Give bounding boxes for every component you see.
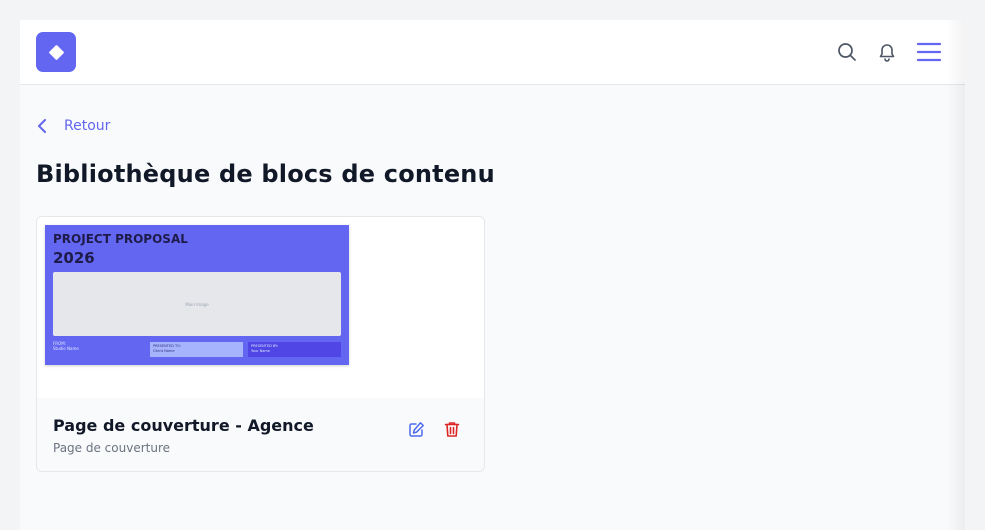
menu-icon: [916, 42, 942, 62]
block-type: Page de couverture: [53, 441, 171, 455]
preview-year: 2026: [53, 249, 95, 267]
notifications-button[interactable]: [875, 40, 899, 64]
back-link[interactable]: Retour: [36, 116, 110, 136]
block-preview: PROJECT PROPOSAL 2026 Main Image FROM: S…: [45, 225, 349, 365]
bell-icon: [879, 44, 895, 62]
preview-presented-by: PRESENTED BY: Your Name: [248, 342, 341, 357]
preview-image-label: Main Image: [185, 301, 209, 307]
preview-from-value: Studio Name: [53, 346, 79, 351]
page-title: Bibliothèque de blocs de contenu: [36, 160, 495, 188]
search-icon: [838, 43, 856, 61]
edit-block-button[interactable]: [406, 419, 426, 439]
block-preview-area[interactable]: PROJECT PROPOSAL 2026 Main Image FROM: S…: [37, 217, 484, 398]
edit-icon: [408, 421, 424, 437]
preview-by-value: Your Name: [251, 349, 270, 353]
chevron-left-icon: [36, 116, 54, 136]
preview-heading: PROJECT PROPOSAL: [53, 232, 188, 246]
app-logo[interactable]: [36, 32, 76, 72]
preview-presented-to: PRESENTED TO: Client Name: [150, 342, 243, 357]
block-card-footer: Page de couverture - Agence Page de couv…: [37, 398, 484, 471]
trash-icon: [444, 421, 460, 437]
diamond-icon: [48, 44, 64, 60]
menu-button[interactable]: [916, 39, 942, 65]
app-frame: Retour Bibliothèque de blocs de contenu …: [20, 20, 965, 530]
preview-from: FROM: Studio Name: [53, 341, 79, 351]
search-button[interactable]: [835, 40, 859, 64]
preview-image-placeholder: Main Image: [53, 272, 341, 336]
block-title: Page de couverture - Agence: [53, 416, 314, 435]
preview-to-value: Client Name: [153, 349, 175, 353]
delete-block-button[interactable]: [442, 419, 462, 439]
content-block-card[interactable]: PROJECT PROPOSAL 2026 Main Image FROM: S…: [36, 216, 485, 472]
back-label: Retour: [64, 118, 111, 134]
top-bar: [20, 20, 965, 85]
